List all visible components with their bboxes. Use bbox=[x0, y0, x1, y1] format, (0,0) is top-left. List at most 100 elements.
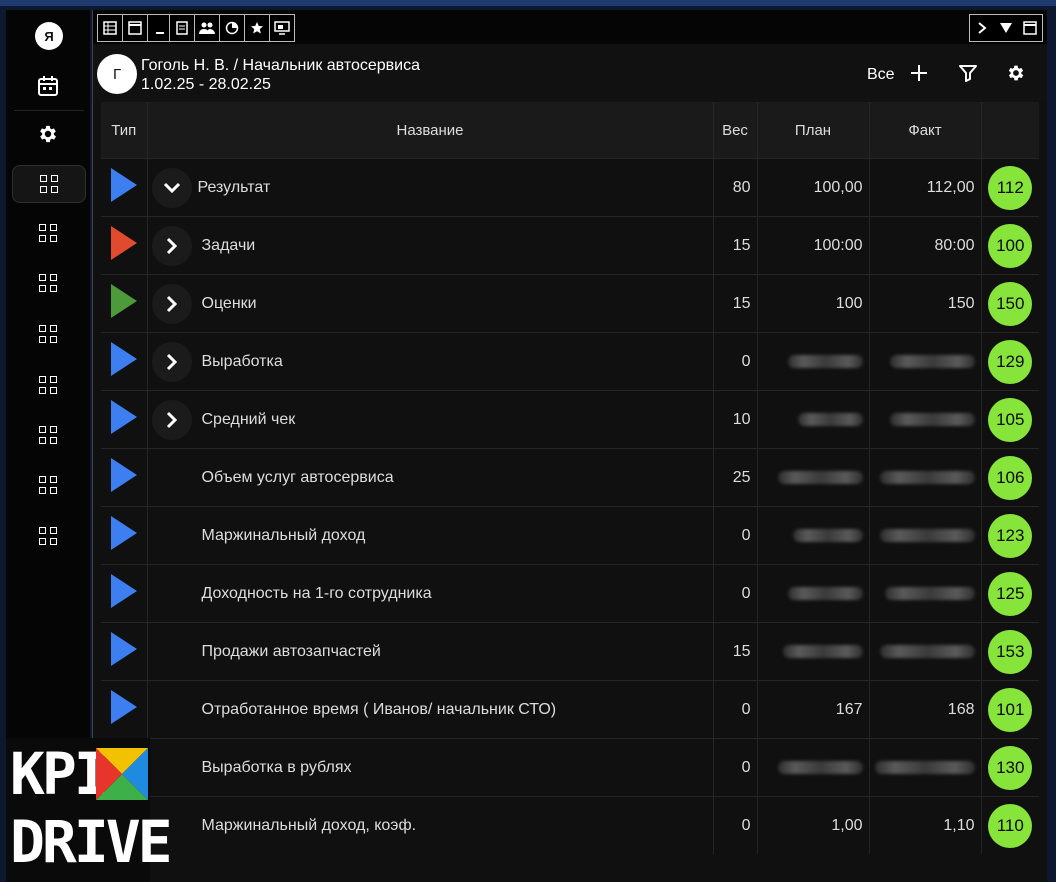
triangle-type-icon bbox=[110, 168, 137, 202]
expand-toggle[interactable] bbox=[151, 225, 192, 266]
score-badge[interactable]: 106 bbox=[988, 455, 1033, 500]
column-weight[interactable]: Вес bbox=[713, 102, 758, 159]
score-cell: 153 bbox=[981, 622, 1039, 681]
sidebar-grid-item-8[interactable] bbox=[12, 518, 84, 554]
score-badge[interactable]: 100 bbox=[988, 223, 1033, 268]
sidebar-grid-item-5[interactable] bbox=[12, 367, 84, 403]
period-label[interactable]: 1.02.25 - 28.02.25 bbox=[141, 75, 271, 94]
table-row[interactable]: Продажи автозапчастей 15 153 bbox=[101, 622, 1039, 681]
score-badge[interactable]: 123 bbox=[988, 513, 1033, 558]
sidebar-grid-item-4[interactable] bbox=[12, 316, 84, 352]
kpi-name[interactable]: Средний чек bbox=[202, 411, 296, 429]
plan-cell bbox=[757, 564, 870, 623]
window-controls bbox=[969, 14, 1043, 42]
table-row[interactable]: Маржинальный доход 0 123 bbox=[101, 506, 1039, 565]
score-badge[interactable]: 153 bbox=[988, 629, 1033, 674]
plan-cell: 100 bbox=[757, 274, 870, 333]
type-cell bbox=[101, 390, 148, 449]
kpi-name[interactable]: Задачи bbox=[202, 237, 256, 255]
grid-icon bbox=[39, 274, 57, 292]
sidebar-grid-item-1[interactable] bbox=[12, 165, 86, 203]
dropdown-button[interactable] bbox=[994, 15, 1018, 41]
table-row[interactable]: Средний чек 10 105 bbox=[101, 390, 1039, 449]
window-icon bbox=[128, 21, 142, 35]
window-view-button[interactable] bbox=[123, 15, 148, 41]
user-avatar[interactable]: Я bbox=[35, 22, 63, 50]
score-cell: 129 bbox=[981, 332, 1039, 391]
view-toggle-group bbox=[97, 14, 173, 42]
weight-cell: 0 bbox=[713, 332, 758, 391]
settings-button[interactable] bbox=[12, 116, 84, 152]
column-plan[interactable]: План bbox=[757, 102, 870, 159]
employee-avatar[interactable]: Г bbox=[97, 54, 137, 94]
expand-toggle[interactable] bbox=[151, 399, 192, 440]
score-badge[interactable]: 125 bbox=[988, 571, 1033, 616]
table-view-button[interactable] bbox=[98, 15, 123, 41]
filter-button[interactable] bbox=[956, 61, 980, 85]
score-badge[interactable]: 110 bbox=[988, 803, 1033, 848]
score-badge[interactable]: 112 bbox=[988, 165, 1033, 210]
fact-cell: 150 bbox=[869, 274, 982, 333]
table-row[interactable]: Выработка 0 129 bbox=[101, 332, 1039, 391]
kpi-name[interactable]: Объем услуг автосервиса bbox=[202, 469, 394, 487]
sidebar-grid-item-7[interactable] bbox=[12, 467, 84, 503]
table-row[interactable]: Выработка в рублях 0 130 bbox=[101, 738, 1039, 797]
name-cell: Продажи автозапчастей bbox=[147, 622, 714, 681]
table-row[interactable]: Задачи 15 100:00 80:00 100 bbox=[101, 216, 1039, 275]
name-cell: Маржинальный доход, коэф. bbox=[147, 796, 714, 854]
kpi-name[interactable]: Отработанное время ( Иванов/ начальник С… bbox=[202, 701, 557, 719]
table-header-row: Тип Название Вес План Факт bbox=[101, 102, 1039, 159]
expand-toggle[interactable] bbox=[151, 167, 192, 208]
kpi-name[interactable]: Результат bbox=[198, 179, 271, 197]
kpi-header: Г Гоголь Н. В. / Начальник автосервиса 1… bbox=[93, 44, 1047, 102]
column-fact[interactable]: Факт bbox=[869, 102, 982, 159]
score-badge[interactable]: 130 bbox=[988, 745, 1033, 790]
tab-presentation[interactable] bbox=[270, 15, 294, 41]
kpi-name[interactable]: Маржинальный доход bbox=[202, 527, 366, 545]
kpi-name[interactable]: Выработка bbox=[202, 353, 283, 371]
kpi-name[interactable]: Продажи автозапчастей bbox=[202, 643, 381, 661]
calendar-button[interactable] bbox=[12, 68, 84, 104]
expand-toggle[interactable] bbox=[151, 283, 192, 324]
kpi-name[interactable]: Выработка в рублях bbox=[202, 759, 352, 777]
expand-toggle[interactable] bbox=[151, 341, 192, 382]
sidebar-grid-item-6[interactable] bbox=[12, 417, 84, 453]
column-score bbox=[981, 102, 1039, 159]
column-name[interactable]: Название bbox=[147, 102, 714, 159]
panel-settings-button[interactable] bbox=[1004, 61, 1028, 85]
gear-icon bbox=[1008, 65, 1024, 81]
table-row[interactable]: Доходность на 1-го сотрудника 0 125 bbox=[101, 564, 1039, 623]
type-cell bbox=[101, 622, 148, 681]
table-row[interactable]: Отработанное время ( Иванов/ начальник С… bbox=[101, 680, 1039, 739]
kpi-name[interactable]: Оценки bbox=[202, 295, 257, 313]
score-badge[interactable]: 101 bbox=[988, 687, 1033, 732]
name-cell: Средний чек bbox=[147, 390, 714, 449]
module-tabs bbox=[169, 14, 295, 42]
tab-favorites[interactable] bbox=[245, 15, 270, 41]
maximize-button[interactable] bbox=[1018, 15, 1042, 41]
tab-people[interactable] bbox=[195, 15, 220, 41]
tab-analytics[interactable] bbox=[220, 15, 245, 41]
score-cell: 112 bbox=[981, 158, 1039, 217]
redacted-value bbox=[787, 586, 863, 600]
add-button[interactable] bbox=[907, 61, 931, 85]
filter-all-button[interactable]: Все bbox=[867, 66, 895, 84]
kpi-name[interactable]: Маржинальный доход, коэф. bbox=[202, 817, 417, 835]
name-cell: Задачи bbox=[147, 216, 714, 275]
score-badge[interactable]: 129 bbox=[988, 339, 1033, 384]
table-row[interactable]: Объем услуг автосервиса 25 106 bbox=[101, 448, 1039, 507]
tab-documents[interactable] bbox=[170, 15, 195, 41]
column-type[interactable]: Тип bbox=[101, 102, 148, 159]
type-cell bbox=[101, 506, 148, 565]
table-row[interactable]: Оценки 15 100 150 150 bbox=[101, 274, 1039, 333]
table-row[interactable]: Результат 80 100,00 112,00 112 bbox=[101, 158, 1039, 217]
sidebar-grid-item-2[interactable] bbox=[12, 215, 84, 251]
score-badge[interactable]: 105 bbox=[988, 397, 1033, 442]
forward-button[interactable] bbox=[970, 15, 994, 41]
kpi-name[interactable]: Доходность на 1-го сотрудника bbox=[202, 585, 432, 603]
score-cell: 106 bbox=[981, 448, 1039, 507]
table-row[interactable]: Маржинальный доход, коэф. 0 1,00 1,10 110 bbox=[101, 796, 1039, 854]
score-badge[interactable]: 150 bbox=[988, 281, 1033, 326]
weight-cell: 0 bbox=[713, 796, 758, 854]
sidebar-grid-item-3[interactable] bbox=[12, 265, 84, 301]
